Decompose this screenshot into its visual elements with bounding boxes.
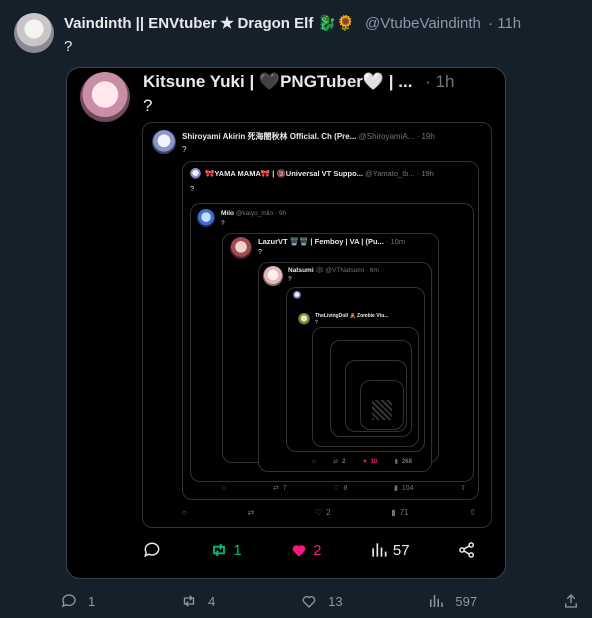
nested-name-6: Natsumi 🕸️: [288, 267, 324, 274]
nested-header-6: Natsumi 🕸️ @VTNatsumi · 6m: [288, 266, 428, 274]
author-handle[interactable]: @VtubeVaindinth: [365, 15, 481, 32]
nested-name-4: Milo: [221, 210, 234, 217]
nested-like-3: ♡ 8: [333, 484, 348, 493]
views-button[interactable]: 597: [427, 592, 477, 610]
reply-button[interactable]: 1: [60, 592, 95, 610]
nested-views-2: ▮ 71: [391, 508, 409, 517]
nested-time-3: · 19h: [416, 169, 434, 178]
nested-header-2: Shiroyami Akirin 死海闇秋林 Official. Ch (Pre…: [182, 131, 482, 142]
quote-like-count: 2: [313, 541, 322, 559]
nested-handle-4: @kaiyo_milo: [235, 210, 274, 217]
quote-action-bar: 1 2 57: [142, 540, 477, 560]
reply-icon: [61, 594, 76, 608]
nested-text-8: ?: [315, 320, 318, 326]
nested-retweet-3: ⇄ 7: [272, 484, 287, 493]
nested-avatar-6: [263, 266, 283, 286]
retweet-icon: [213, 543, 226, 557]
like-button[interactable]: 13: [300, 592, 343, 610]
like-count: 13: [328, 593, 343, 609]
quote-share-button[interactable]: [457, 540, 477, 560]
nested-time-2: · 19h: [416, 132, 435, 141]
nested-handle-6: @VTNatsumi: [325, 267, 365, 274]
quote-author-name: Kitsune Yuki | 🖤PNGTuber🤍 | ...: [143, 72, 413, 91]
tweet-time[interactable]: · 11h: [488, 15, 521, 32]
nested-reply-3: ○: [222, 484, 227, 492]
quote-author-avatar: [80, 72, 130, 122]
nested-name-3: 🎀YAMA MAMA🎀 | 🔞Universal VT Suppo...: [205, 169, 363, 178]
nested-stats-3: ○ ⇄ 7 ♡ 8 ▮ 104 ⇧: [222, 484, 466, 493]
views-count: 597: [455, 593, 478, 609]
nested-handle-3: @Yamato_Ib...: [365, 169, 415, 178]
nested-name-8: TheLivingDoll 🧸 Zombie Vtu...: [315, 313, 389, 319]
nested-avatar-3: [190, 168, 201, 179]
views-icon: [372, 543, 387, 557]
nested-header-3: 🎀YAMA MAMA🎀 | 🔞Universal VT Suppo... @Ya…: [205, 169, 473, 178]
nested-text-5: ?: [258, 249, 262, 256]
nested-share-2: ⇧: [469, 508, 476, 517]
nested-header-4: Milo @kaiyo_milo · 9h: [221, 210, 461, 217]
quote-views-count: 57: [392, 541, 410, 559]
nested-views-3: ▮ 104: [393, 484, 414, 493]
nested-time-5: · 10m: [385, 237, 406, 246]
recursive-thumbnail: [372, 400, 392, 420]
quote-views-button[interactable]: 57: [369, 540, 410, 560]
heart-icon: [302, 596, 316, 608]
nested-stats-6: ○ ⇄ 2 ♥ 10 ▮ 268: [312, 458, 412, 466]
nested-name-2: Shiroyami Akirin 死海闇秋林 Official. Ch (Pre…: [182, 132, 357, 141]
nested-time-6: · 6m: [365, 267, 379, 274]
author-display-name[interactable]: Vaindinth || ENVtuber ✭ Dragon Elf 🐉🌻: [64, 15, 355, 32]
tweet-action-bar: 1 4 13 597: [60, 592, 580, 610]
nested-avatar-5: [230, 237, 252, 259]
nested-avatar-8: [298, 313, 310, 325]
nested-retweet-2: ⇄: [247, 508, 255, 517]
nested-reply-6: ○: [312, 458, 316, 465]
nested-time-4: · 9h: [274, 210, 287, 217]
author-avatar[interactable]: [14, 13, 54, 53]
nested-avatar-4: [197, 209, 215, 227]
reply-icon: [144, 542, 160, 558]
nested-text-4: ?: [221, 220, 225, 227]
tweet-header: Vaindinth || ENVtuber ✭ Dragon Elf 🐉🌻 @V…: [64, 14, 521, 32]
quote-reply-button[interactable]: [142, 540, 162, 560]
nested-handle-2: @ShiroyamiA...: [358, 132, 415, 141]
nested-text-6: ?: [288, 276, 292, 283]
retweet-icon: [183, 595, 195, 607]
quote-retweet-button[interactable]: 1: [209, 540, 242, 560]
nested-avatar-2: [152, 130, 176, 154]
quote-time: · 1h: [425, 72, 455, 91]
share-button[interactable]: [562, 592, 580, 610]
nested-text-2: ?: [182, 145, 187, 154]
nested-header-8: TheLivingDoll 🧸 Zombie Vtu...: [315, 313, 415, 319]
nested-like-6: ♥ 10: [362, 458, 378, 465]
nested-reply-2: ○: [182, 508, 187, 517]
share-icon: [565, 594, 577, 608]
nested-retweet-6: ⇄ 2: [333, 458, 346, 466]
nested-stats-2: ○ ⇄ ♡ 2 ▮ 71 ⇧: [182, 508, 476, 517]
share-icon: [459, 542, 474, 558]
views-icon: [430, 595, 444, 607]
quote-header: Kitsune Yuki | 🖤PNGTuber🤍 | ... · 1h: [143, 72, 454, 92]
nested-views-6: ▮ 268: [394, 458, 412, 466]
quote-like-button[interactable]: 2: [289, 540, 322, 560]
quote-retweet-count: 1: [233, 541, 242, 559]
tweet-text: ?: [64, 38, 73, 55]
heart-icon: [292, 545, 306, 557]
reply-count: 1: [88, 593, 96, 609]
nested-like-2: ♡ 2: [314, 508, 331, 517]
nested-header-5: LazurVT 🗑️🗑️ | Femboy | VA | (Pu... · 10…: [258, 237, 433, 246]
nested-share-3: ⇧: [460, 485, 466, 492]
quote-text: ?: [143, 96, 153, 115]
retweet-count: 4: [208, 593, 216, 609]
nested-avatar-7: [293, 291, 301, 299]
nested-text-3: ?: [190, 184, 195, 193]
nested-name-5: LazurVT 🗑️🗑️ | Femboy | VA | (Pu...: [258, 237, 384, 246]
retweet-button[interactable]: 4: [180, 592, 215, 610]
